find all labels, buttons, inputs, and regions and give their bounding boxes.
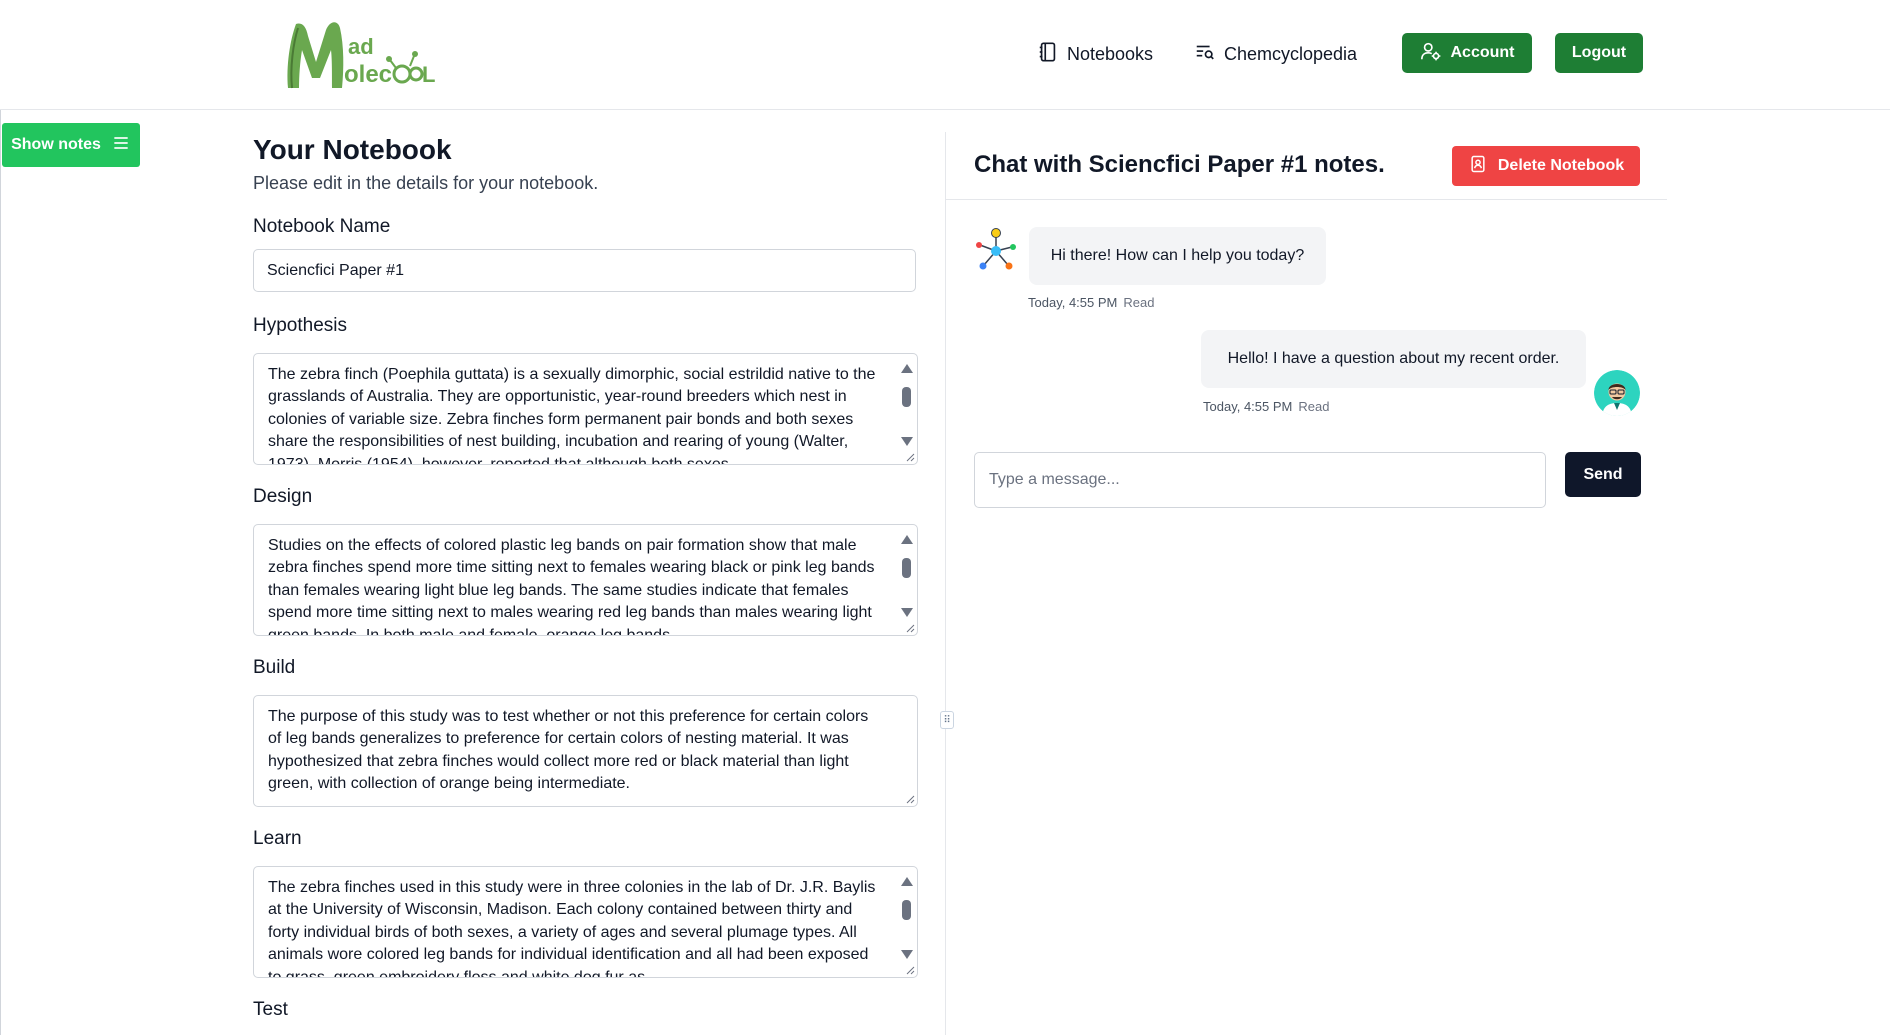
show-notes-label: Show notes [11, 136, 101, 153]
hypothesis-scrollbar[interactable] [897, 358, 915, 460]
show-notes-button[interactable]: Show notes [2, 123, 140, 167]
logout-button[interactable]: Logout [1555, 33, 1643, 73]
mad-molecool-logo[interactable]: ad olec L [282, 16, 452, 94]
message-time: Today, 4:55 PM [1028, 295, 1118, 310]
menu-icon [111, 133, 131, 158]
page-title: Your Notebook [253, 134, 452, 165]
design-text: Studies on the effects of colored plasti… [268, 537, 875, 636]
build-label: Build [253, 657, 296, 678]
resize-grip-icon[interactable] [905, 794, 915, 804]
design-label: Design [253, 486, 313, 507]
test-label: Test [253, 999, 288, 1020]
svg-text:olec: olec [344, 61, 392, 88]
delete-notebook-label: Delete Notebook [1497, 157, 1625, 174]
bot-molecule-avatar [972, 225, 1020, 273]
chat-message-incoming: Hi there! How can I help you today? [1029, 227, 1326, 285]
notebook-name-label: Notebook Name [253, 216, 391, 237]
hypothesis-label: Hypothesis [253, 315, 347, 336]
top-navbar: ad olec L Notebooks Chemcyclopedia Accou… [0, 0, 1890, 110]
resize-grip-icon[interactable] [905, 452, 915, 462]
notebook-icon [1037, 41, 1059, 68]
learn-text: The zebra finches used in this study wer… [268, 879, 876, 978]
nav-notebooks-link[interactable]: Notebooks [1037, 40, 1153, 68]
user-avatar [1594, 370, 1640, 416]
text-search-icon [1194, 41, 1216, 68]
learn-label: Learn [253, 828, 302, 849]
panel-divider [945, 132, 946, 1035]
chat-title: Chat with Sciencfici Paper #1 notes. [974, 151, 1385, 178]
chat-header-divider [946, 199, 1667, 200]
design-scrollbar[interactable] [897, 529, 915, 631]
notebook-form-header: Your Notebook Please edit in the details… [253, 134, 919, 194]
message-meta-outgoing: Today, 4:55 PM Read [1203, 399, 1329, 414]
build-textarea[interactable]: The purpose of this study was to test wh… [253, 695, 918, 807]
window-edge [0, 0, 1, 1035]
learn-textarea[interactable]: The zebra finches used in this study wer… [253, 866, 918, 978]
nav-chemcyclopedia-label: Chemcyclopedia [1224, 43, 1358, 64]
design-textarea[interactable]: Studies on the effects of colored plasti… [253, 524, 918, 636]
notebook-delete-icon [1468, 154, 1488, 179]
account-button-label: Account [1450, 44, 1515, 61]
message-input[interactable] [974, 452, 1546, 508]
resize-grip-icon[interactable] [905, 623, 915, 633]
message-status: Read [1123, 295, 1155, 310]
resize-grip-icon[interactable] [905, 965, 915, 975]
notebook-name-input[interactable]: Sciencfici Paper #1 [253, 249, 916, 292]
nav-chemcyclopedia-link[interactable]: Chemcyclopedia [1194, 40, 1357, 68]
page-subtitle: Please edit in the details for your note… [253, 173, 599, 193]
learn-scrollbar[interactable] [897, 871, 915, 973]
svg-text:L: L [422, 62, 435, 87]
account-button[interactable]: Account [1402, 33, 1532, 73]
build-text: The purpose of this study was to test wh… [268, 708, 869, 793]
chat-message-outgoing: Hello! I have a question about my recent… [1201, 330, 1586, 388]
hypothesis-text: The zebra finch (Poephila guttata) is a … [268, 366, 876, 465]
message-status: Read [1298, 399, 1330, 414]
delete-notebook-button[interactable]: Delete Notebook [1452, 146, 1640, 186]
user-cog-icon [1420, 40, 1442, 67]
panel-resize-handle[interactable]: ⠿ [940, 711, 954, 729]
message-meta-incoming: Today, 4:55 PM Read [1028, 295, 1154, 310]
hypothesis-textarea[interactable]: The zebra finch (Poephila guttata) is a … [253, 353, 918, 465]
svg-text:ad: ad [348, 34, 374, 59]
send-button[interactable]: Send [1565, 452, 1641, 497]
message-time: Today, 4:55 PM [1203, 399, 1293, 414]
nav-notebooks-label: Notebooks [1067, 43, 1154, 64]
logout-button-label: Logout [1571, 44, 1627, 61]
